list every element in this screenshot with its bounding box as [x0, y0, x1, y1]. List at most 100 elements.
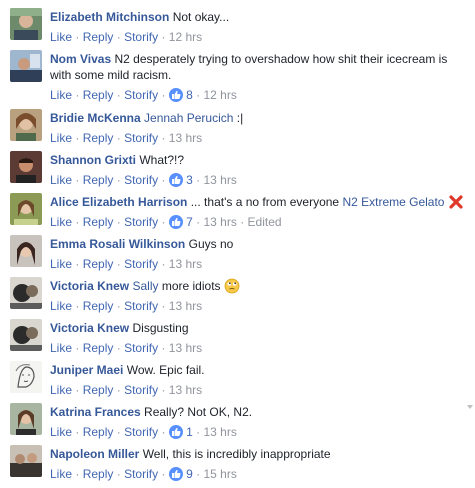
avatar[interactable] — [10, 8, 42, 40]
thumbs-up-icon[interactable] — [168, 215, 183, 229]
comment-author[interactable]: Alice Elizabeth Harrison — [50, 195, 187, 209]
avatar[interactable] — [10, 109, 42, 141]
separator: · — [196, 467, 201, 481]
thumbs-up-icon[interactable] — [168, 88, 183, 102]
comment-timestamp[interactable]: 13 hrs — [169, 131, 202, 145]
like-link[interactable]: Like — [50, 131, 72, 145]
comment-author[interactable]: Elizabeth Mitchinson — [50, 10, 169, 24]
storify-link[interactable]: Storify — [124, 88, 158, 102]
storify-link[interactable]: Storify — [124, 215, 158, 229]
comment-text: Wow. Epic fail. — [126, 363, 205, 377]
reply-link[interactable]: Reply — [83, 88, 114, 102]
mention-link[interactable]: Jennah Perucich — [144, 111, 233, 125]
reply-link[interactable]: Reply — [83, 383, 114, 397]
like-count[interactable]: 3 — [186, 173, 193, 187]
comment-author[interactable]: Katrina Frances — [50, 405, 141, 419]
reply-link[interactable]: Reply — [83, 215, 114, 229]
separator: · — [116, 257, 121, 271]
reply-link[interactable]: Reply — [83, 173, 114, 187]
comment-timestamp[interactable]: 13 hrs — [169, 341, 202, 355]
comment-author[interactable]: Shannon Grixti — [50, 153, 136, 167]
reply-link[interactable]: Reply — [83, 30, 114, 44]
comment-author[interactable]: Bridie McKenna — [50, 111, 141, 125]
separator: · — [161, 131, 166, 145]
reply-link[interactable]: Reply — [83, 425, 114, 439]
avatar[interactable] — [10, 50, 42, 82]
like-count[interactable]: 1 — [186, 425, 193, 439]
like-link[interactable]: Like — [50, 215, 72, 229]
separator: · — [196, 173, 201, 187]
avatar[interactable] — [10, 193, 42, 225]
storify-link[interactable]: Storify — [124, 467, 158, 481]
storify-link[interactable]: Storify — [124, 425, 158, 439]
like-count[interactable]: 9 — [186, 467, 193, 481]
storify-link[interactable]: Storify — [124, 341, 158, 355]
separator: · — [116, 173, 121, 187]
comment-timestamp[interactable]: 12 hrs — [169, 30, 202, 44]
storify-link[interactable]: Storify — [124, 30, 158, 44]
like-link[interactable]: Like — [50, 383, 72, 397]
comment-author[interactable]: Victoria Knew — [50, 321, 129, 335]
separator: · — [75, 131, 80, 145]
like-link[interactable]: Like — [50, 30, 72, 44]
thumbs-up-icon[interactable] — [168, 173, 183, 187]
comment-timestamp[interactable]: 12 hrs — [204, 88, 237, 102]
comment-actions: Like · Reply · Storify · 8 · 12 hrs — [50, 87, 465, 103]
reply-link[interactable]: Reply — [83, 257, 114, 271]
avatar[interactable] — [10, 445, 42, 477]
thumbs-up-icon[interactable] — [168, 467, 183, 481]
like-count[interactable]: 7 — [186, 215, 193, 229]
storify-link[interactable]: Storify — [124, 173, 158, 187]
avatar[interactable] — [10, 319, 42, 351]
separator: · — [75, 215, 80, 229]
separator: · — [196, 425, 201, 439]
like-link[interactable]: Like — [50, 341, 72, 355]
comment-timestamp[interactable]: 13 hrs — [204, 425, 237, 439]
comment-author[interactable]: Victoria Knew — [50, 279, 129, 293]
avatar[interactable] — [10, 277, 42, 309]
comment-timestamp[interactable]: 13 hrs — [204, 215, 237, 229]
comment-timestamp[interactable]: 13 hrs — [169, 383, 202, 397]
avatar[interactable] — [10, 361, 42, 393]
like-count[interactable]: 8 — [186, 88, 193, 102]
comment-text: Guys no — [188, 237, 234, 251]
scroll-indicator[interactable] — [467, 405, 473, 409]
like-link[interactable]: Like — [50, 299, 72, 313]
comment-timestamp[interactable]: 15 hrs — [204, 467, 237, 481]
comment-actions: Like · Reply · Storify · 13 hrs — [50, 382, 465, 398]
comment-timestamp[interactable]: 13 hrs — [169, 257, 202, 271]
comment-author[interactable]: Napoleon Miller — [50, 447, 139, 461]
reply-link[interactable]: Reply — [83, 131, 114, 145]
avatar[interactable] — [10, 403, 42, 435]
like-link[interactable]: Like — [50, 173, 72, 187]
mention-link[interactable]: N2 Extreme Gelato — [342, 195, 444, 209]
comment-timestamp[interactable]: 13 hrs — [169, 299, 202, 313]
reply-link[interactable]: Reply — [83, 467, 114, 481]
avatar[interactable] — [10, 151, 42, 183]
thumbs-up-icon[interactable] — [168, 425, 183, 439]
like-link[interactable]: Like — [50, 467, 72, 481]
comment-author[interactable]: Emma Rosali Wilkinson — [50, 237, 185, 251]
comment-author[interactable]: Juniper Maei — [50, 363, 123, 377]
comment-actions: Like · Reply · Storify · 13 hrs — [50, 130, 465, 146]
comment-author[interactable]: Nom Vivas — [50, 52, 111, 66]
avatar[interactable] — [10, 235, 42, 267]
mention-link[interactable]: Sally — [132, 279, 158, 293]
separator: · — [116, 383, 121, 397]
storify-link[interactable]: Storify — [124, 257, 158, 271]
storify-link[interactable]: Storify — [124, 383, 158, 397]
storify-link[interactable]: Storify — [124, 131, 158, 145]
separator: · — [75, 383, 80, 397]
separator: · — [161, 215, 166, 229]
separator: · — [116, 299, 121, 313]
like-link[interactable]: Like — [50, 257, 72, 271]
comment-timestamp[interactable]: 13 hrs — [204, 173, 237, 187]
edited-label[interactable]: Edited — [248, 215, 282, 229]
reply-link[interactable]: Reply — [83, 341, 114, 355]
comment-text: Disgusting — [132, 321, 189, 335]
like-link[interactable]: Like — [50, 425, 72, 439]
reply-link[interactable]: Reply — [83, 299, 114, 313]
storify-link[interactable]: Storify — [124, 299, 158, 313]
like-link[interactable]: Like — [50, 88, 72, 102]
comment-actions: Like · Reply · Storify · 7 · 13 hrs · Ed… — [50, 214, 465, 230]
